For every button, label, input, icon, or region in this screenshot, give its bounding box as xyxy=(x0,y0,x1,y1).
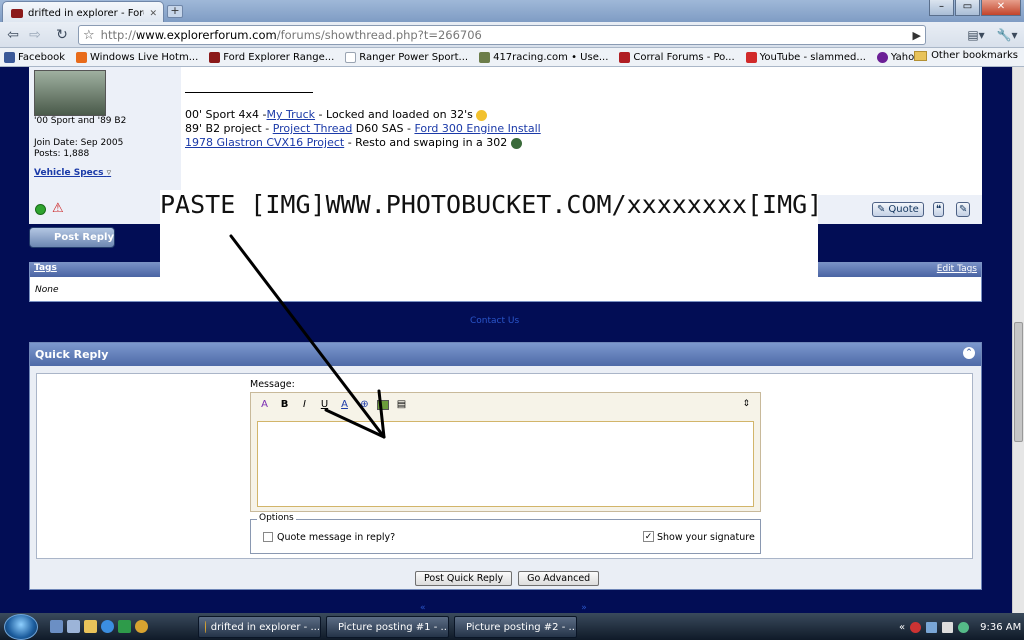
tray-arrow-icon[interactable]: « xyxy=(899,622,905,633)
show-desktop-icon[interactable] xyxy=(50,620,63,633)
antivirus-icon[interactable] xyxy=(910,621,922,633)
quick-launch xyxy=(50,620,148,633)
clock[interactable]: 9:36 AM xyxy=(980,622,1021,633)
media-icon[interactable] xyxy=(118,620,131,633)
network-icon[interactable] xyxy=(926,621,938,633)
taskbar-item-picture-1[interactable]: Picture posting #1 - ... xyxy=(326,616,449,638)
chrome-icon[interactable] xyxy=(135,620,148,633)
switch-windows-icon[interactable] xyxy=(67,620,80,633)
update-icon[interactable] xyxy=(958,621,970,633)
start-button[interactable] xyxy=(4,614,38,640)
system-tray: « 9:36 AM xyxy=(893,616,1024,638)
volume-icon[interactable] xyxy=(942,621,954,633)
taskbar-item-picture-2[interactable]: Picture posting #2 - ... xyxy=(454,616,577,638)
internet-explorer-icon[interactable] xyxy=(101,620,114,633)
scrollbar-thumb[interactable] xyxy=(1014,322,1023,442)
taskbar-item-browser[interactable]: drifted in explorer - ... xyxy=(198,616,321,638)
explorer-folder-icon[interactable] xyxy=(84,620,97,633)
chrome-task-icon xyxy=(205,621,206,633)
annotation-arrow xyxy=(229,234,386,439)
arrow-shaft xyxy=(229,234,386,439)
